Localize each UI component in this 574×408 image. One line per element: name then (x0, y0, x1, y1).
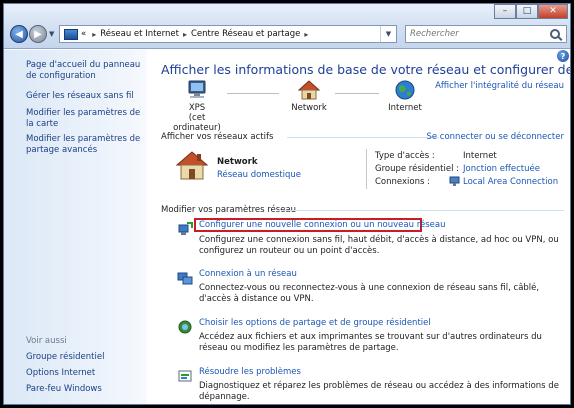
sidebar-link-adapter-settings[interactable]: Modifier les paramètres de la carte (26, 108, 141, 130)
ethernet-icon (449, 176, 460, 186)
troubleshoot-link[interactable]: Résoudre les problèmes (199, 367, 301, 377)
arrow-right-icon: ▶ (34, 28, 42, 40)
globe-icon (395, 80, 415, 100)
sidebar-link-wireless[interactable]: Gérer les réseaux sans fil (26, 91, 141, 102)
home-network-icon (175, 151, 209, 180)
computer-name: XPS (188, 103, 206, 113)
see-full-map-link[interactable]: Afficher l'intégralité du réseau (435, 81, 564, 91)
setup-new-connection-link[interactable]: Configurer une nouvelle connexion ou un … (199, 220, 446, 230)
sidebar-link-firewall[interactable]: Pare-feu Windows (26, 384, 141, 395)
internet-node-label: Internet (388, 103, 422, 113)
sidebar-link-homegroup[interactable]: Groupe résidentiel (26, 352, 141, 363)
network-node-label: Network (291, 103, 327, 113)
breadcrumb-separator[interactable]: ▸ (304, 30, 308, 39)
arrow-left-icon: ◀ (15, 28, 23, 40)
toolbar: – □ ✕ ◀ ▶ ▼ « ▸ Réseau et Internet ▸ Cen… (4, 4, 570, 49)
section-divider (287, 137, 439, 138)
maximize-button[interactable]: □ (516, 4, 538, 19)
search-input[interactable] (406, 29, 548, 39)
address-prefix[interactable]: « (81, 29, 86, 39)
sidebar: Page d'accueil du panneau de configurati… (4, 50, 147, 404)
address-dropdown-icon[interactable]: ▼ (380, 26, 396, 42)
close-button[interactable]: ✕ (538, 4, 568, 19)
map-node-network[interactable]: Network (285, 80, 333, 113)
connect-network-icon (177, 272, 193, 285)
connect-to-network-description: Connectez-vous ou reconnectez-vous à une… (199, 283, 540, 304)
settings-section-label: Modifier vos paramètres réseau (161, 205, 297, 215)
sharing-options-icon (178, 320, 192, 334)
search-box[interactable] (405, 25, 567, 43)
forward-button[interactable]: ▶ (29, 25, 47, 43)
breadcrumb-network-center[interactable]: Centre Réseau et partage (191, 29, 300, 39)
local-area-connection-link[interactable]: Local Area Connection (463, 177, 558, 187)
map-node-internet[interactable]: Internet (381, 80, 429, 113)
troubleshoot-icon (178, 370, 192, 382)
section-divider (279, 210, 564, 211)
main-content: ? Afficher les informations de base de v… (147, 50, 570, 404)
map-connection-line (335, 93, 379, 94)
troubleshoot-description: Diagnostiquez et réparez les problèmes d… (199, 381, 559, 402)
sidebar-link-control-panel-home[interactable]: Page d'accueil du panneau de configurati… (26, 60, 141, 82)
window-controls: – □ ✕ (494, 4, 568, 19)
address-bar[interactable]: « ▸ Réseau et Internet ▸ Centre Réseau e… (59, 25, 397, 43)
network-sharing-center-window: – □ ✕ ◀ ▶ ▼ « ▸ Réseau et Internet ▸ Cen… (3, 3, 571, 405)
sidebar-link-sharing-settings[interactable]: Modifier les paramètres de partage avanc… (26, 134, 141, 156)
homegroup-label: Groupe résidentiel : (375, 164, 459, 174)
page-title: Afficher les informations de base de vot… (161, 62, 570, 77)
computer-icon (188, 80, 206, 98)
map-connection-line (227, 93, 279, 94)
homegroup-value-link[interactable]: Jonction effectuée (463, 164, 540, 174)
connections-label: Connexions : (375, 177, 430, 187)
breadcrumb-separator[interactable]: ▸ (183, 30, 187, 39)
search-icon[interactable] (550, 29, 560, 39)
help-icon[interactable]: ? (557, 50, 569, 62)
access-type-label: Type d'accès : (375, 151, 435, 161)
map-node-computer[interactable]: XPS (cet ordinateur) (167, 80, 227, 133)
chevron-down-icon[interactable]: ▼ (49, 30, 54, 38)
access-type-value: Internet (463, 151, 497, 161)
control-panel-icon (64, 28, 78, 40)
sidebar-link-internet-options[interactable]: Options Internet (26, 368, 141, 379)
sharing-options-link[interactable]: Choisir les options de partage et de gro… (199, 318, 431, 328)
house-icon (297, 80, 321, 100)
active-networks-label: Afficher vos réseaux actifs (161, 132, 274, 142)
connect-disconnect-link[interactable]: Se connecter ou se déconnecter (426, 132, 564, 142)
sharing-options-description: Accédez aux fichiers et aux imprimantes … (199, 332, 542, 353)
properties-divider (366, 149, 367, 189)
active-network-name: Network (217, 157, 258, 167)
breadcrumb-network-internet[interactable]: Réseau et Internet (100, 29, 179, 39)
minimize-button[interactable]: – (494, 4, 516, 19)
see-also-label: Voir aussi (26, 336, 67, 346)
back-button[interactable]: ◀ (10, 25, 28, 43)
computer-subtitle: (cet ordinateur) (173, 113, 221, 133)
breadcrumb-separator[interactable]: ▸ (92, 30, 96, 39)
connect-to-network-link[interactable]: Connexion à un réseau (199, 269, 297, 279)
new-connection-icon (178, 222, 193, 235)
network-type-link[interactable]: Réseau domestique (217, 170, 301, 180)
setup-new-connection-description: Configurez une connexion sans fil, haut … (199, 235, 559, 256)
